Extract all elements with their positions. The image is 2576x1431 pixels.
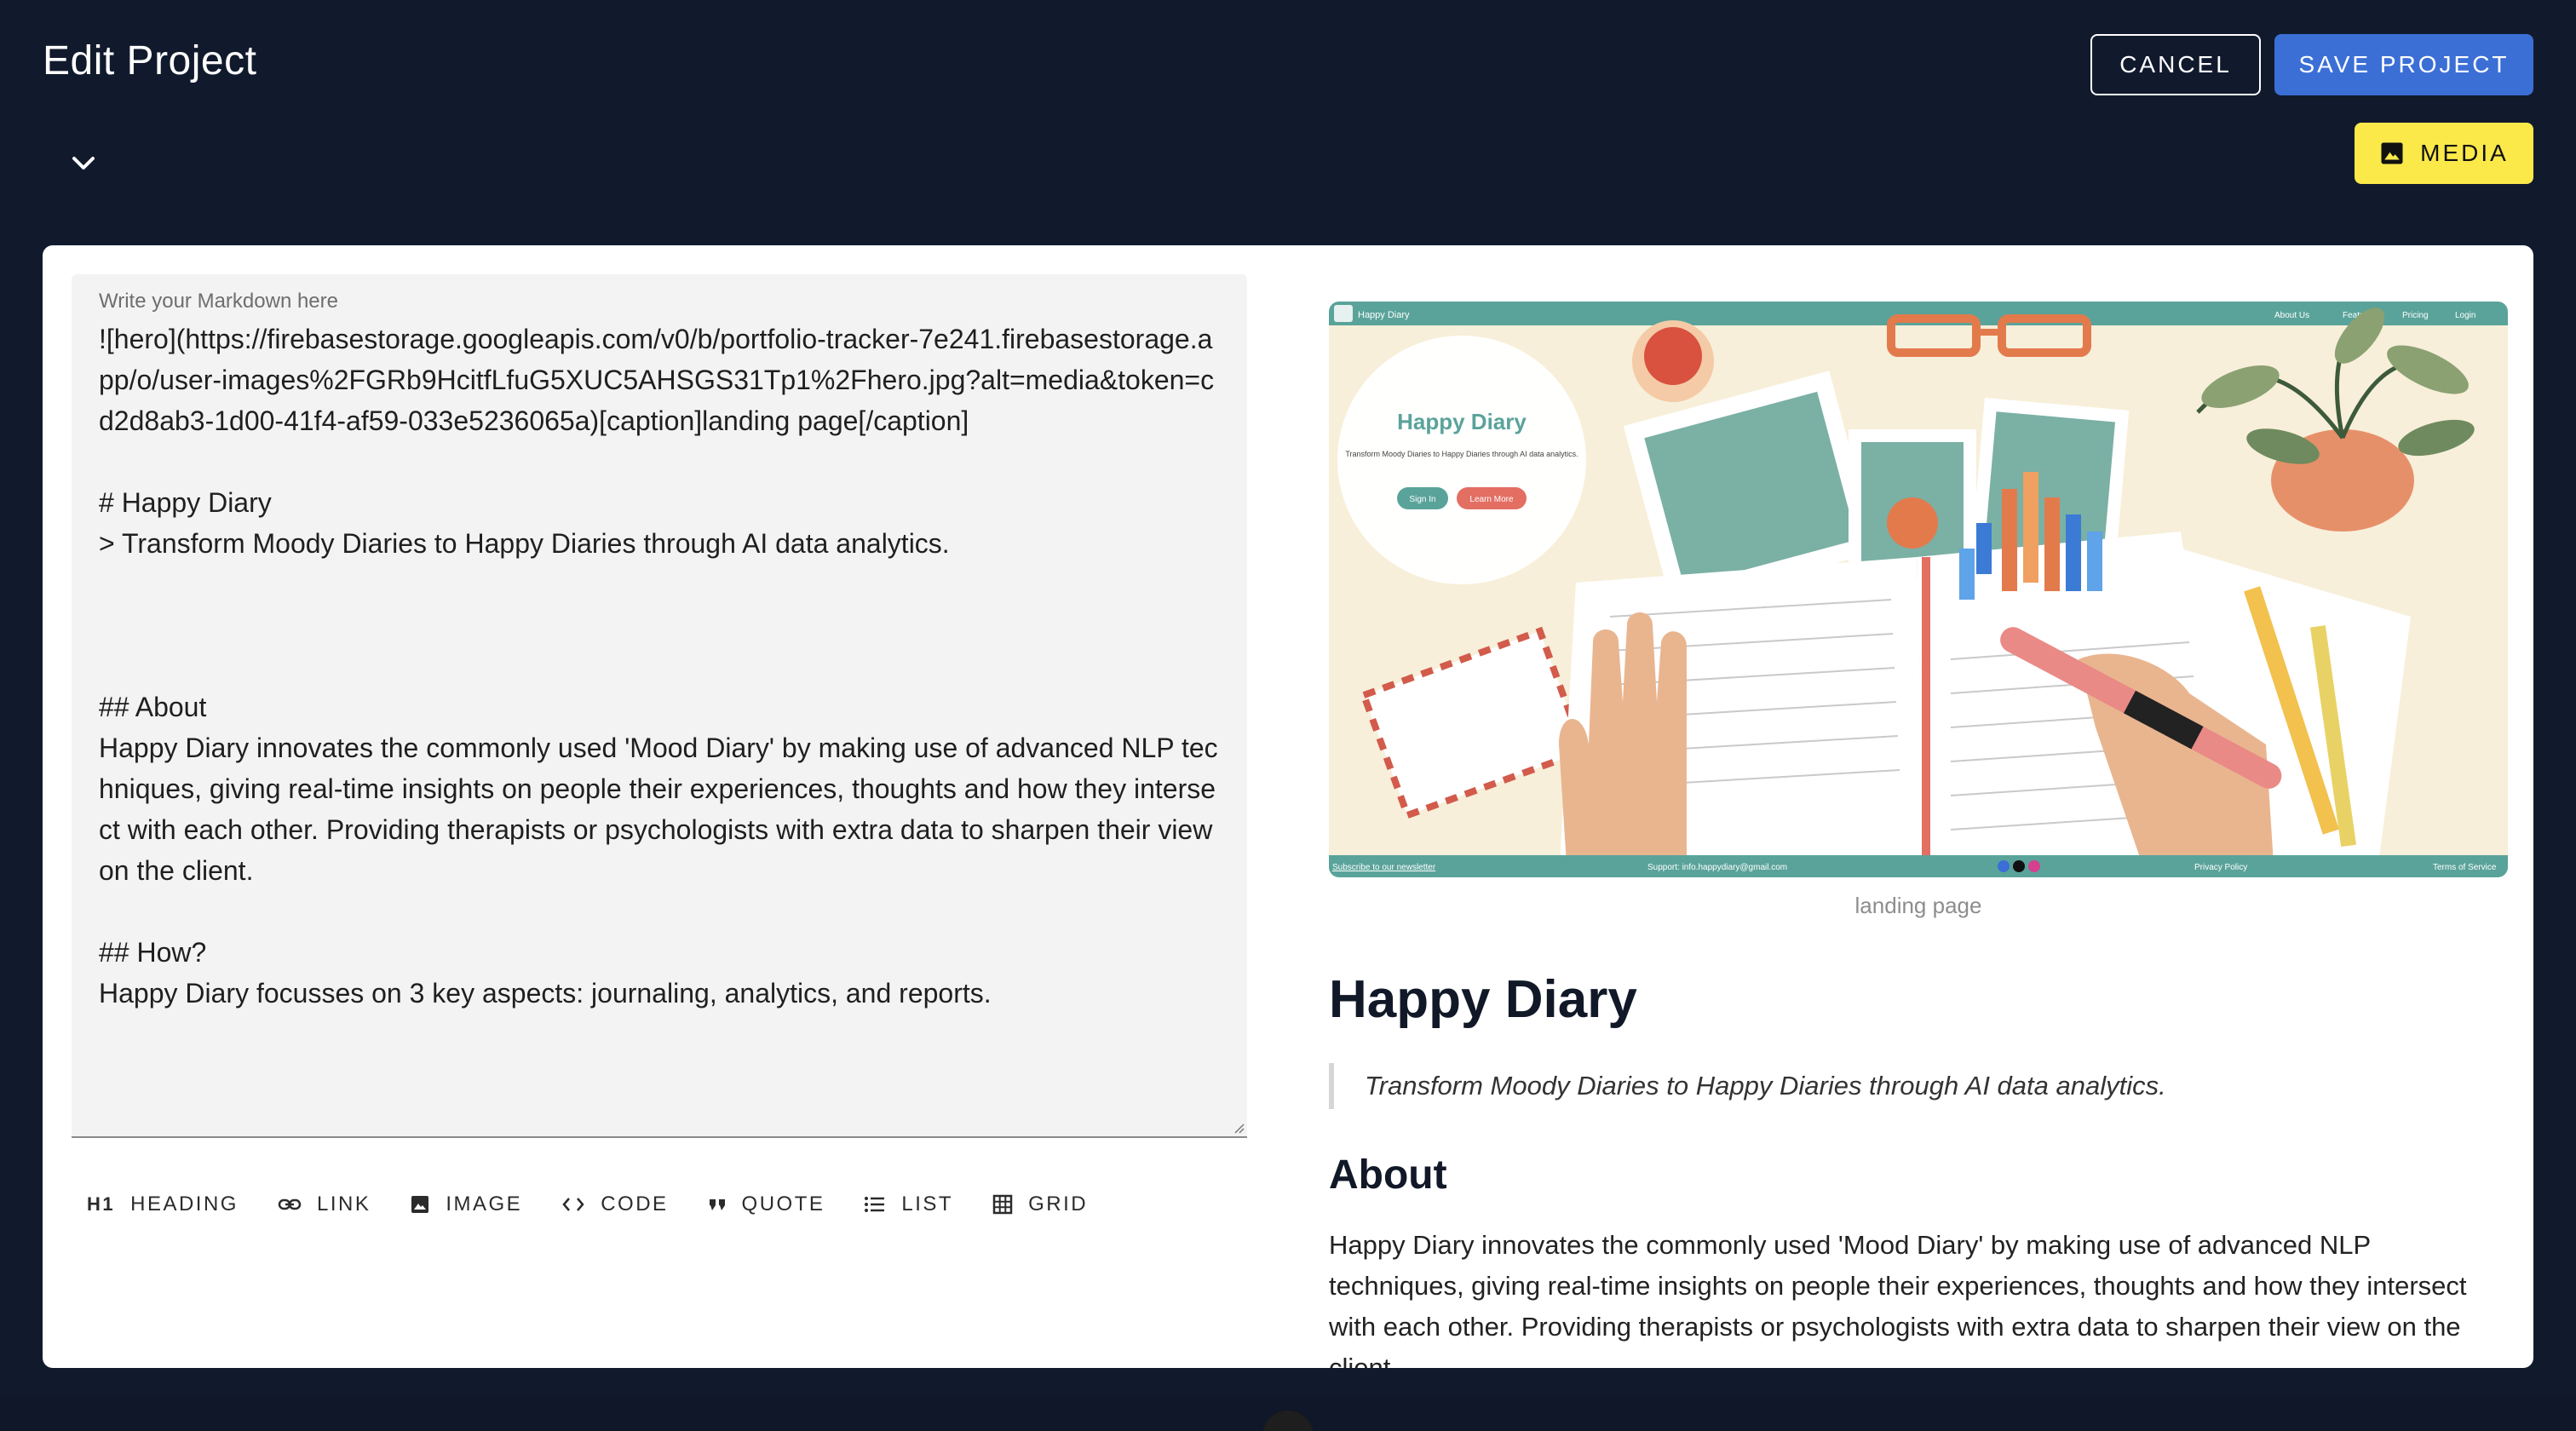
hero-footer-terms: Terms of Service	[2433, 863, 2497, 872]
link-tool[interactable]: LINK	[278, 1192, 371, 1216]
hero-nav-brand: Happy Diary	[1358, 310, 1410, 320]
save-project-button[interactable]: SAVE PROJECT	[2274, 34, 2533, 95]
hero-footer-privacy: Privacy Policy	[2194, 863, 2247, 872]
image-tool[interactable]: IMAGE	[410, 1192, 522, 1216]
cancel-button[interactable]: CANCEL	[2090, 34, 2261, 95]
hero-footer-newsletter: Subscribe to our newsletter	[1332, 863, 1436, 872]
hero-learn-more: Learn More	[1469, 495, 1514, 504]
hero-nav-pricing: Pricing	[2402, 311, 2429, 320]
app-root: Edit Project CANCEL SAVE PROJECT MEDIA W…	[0, 0, 2576, 1431]
hero-card-text: Transform Moody Diaries to Happy Diaries…	[1345, 450, 1578, 458]
page-title: Edit Project	[43, 38, 257, 83]
preview-title: Happy Diary	[1329, 970, 1637, 1029]
list-tool[interactable]: LIST	[864, 1192, 953, 1216]
editor-label: Write your Markdown here	[99, 290, 338, 313]
hero-sign-in: Sign In	[1409, 495, 1435, 504]
hero-illustration: Happy Diary About Us Features Pricing Lo…	[1329, 302, 2508, 877]
preview-about-text: Happy Diary innovates the commonly used …	[1329, 1230, 2467, 1368]
grid-tool-label: GRID	[1028, 1192, 1089, 1215]
grid-icon	[992, 1194, 1013, 1215]
list-tool-label: LIST	[901, 1192, 954, 1215]
code-icon	[561, 1196, 585, 1213]
hero-nav-login: Login	[2455, 311, 2475, 320]
link-tool-label: LINK	[316, 1192, 371, 1215]
media-button-label: MEDIA	[2420, 140, 2509, 166]
markdown-preview: Happy Diary About Us Features Pricing Lo…	[1329, 245, 2508, 1368]
list-icon	[864, 1195, 886, 1214]
hero-card-title: Happy Diary	[1397, 409, 1527, 434]
preview-about-heading: About	[1329, 1152, 1447, 1198]
code-tool-label: CODE	[601, 1192, 669, 1215]
image-icon	[410, 1194, 430, 1215]
hero-image: Happy Diary About Us Features Pricing Lo…	[1329, 302, 2508, 877]
markdown-textarea[interactable]: ![hero](https://firebasestorage.googleap…	[99, 319, 1220, 1014]
hero-footer-support: Support: info.happydiary@gmail.com	[1647, 863, 1787, 872]
resize-handle-icon[interactable]	[1232, 1121, 1245, 1135]
quote-icon	[708, 1197, 727, 1212]
markdown-editor[interactable]: Write your Markdown here ![hero](https:/…	[72, 274, 1247, 1138]
hero-nav-about: About Us	[2274, 311, 2309, 320]
heading-icon: H1	[87, 1193, 116, 1215]
media-button[interactable]: MEDIA	[2355, 123, 2533, 184]
link-icon	[278, 1198, 302, 1211]
quote-tool-label: QUOTE	[741, 1192, 825, 1215]
image-icon	[2379, 141, 2405, 166]
grid-tool[interactable]: GRID	[992, 1192, 1088, 1216]
code-tool[interactable]: CODE	[561, 1192, 668, 1216]
image-tool-label: IMAGE	[446, 1192, 523, 1215]
chevron-down-icon[interactable]	[68, 152, 99, 175]
preview-blockquote: Transform Moody Diaries to Happy Diaries…	[1329, 1063, 2166, 1109]
markdown-toolbar: H1 HEADING LINK IMAGE CODE QUOTE LIST GR…	[87, 1192, 1088, 1216]
heading-tool[interactable]: H1 HEADING	[87, 1192, 239, 1216]
image-caption: landing page	[1854, 893, 1982, 918]
editor-card: Write your Markdown here ![hero](https:/…	[43, 245, 2533, 1368]
quote-tool[interactable]: QUOTE	[708, 1192, 825, 1216]
heading-tool-label: HEADING	[130, 1192, 239, 1215]
